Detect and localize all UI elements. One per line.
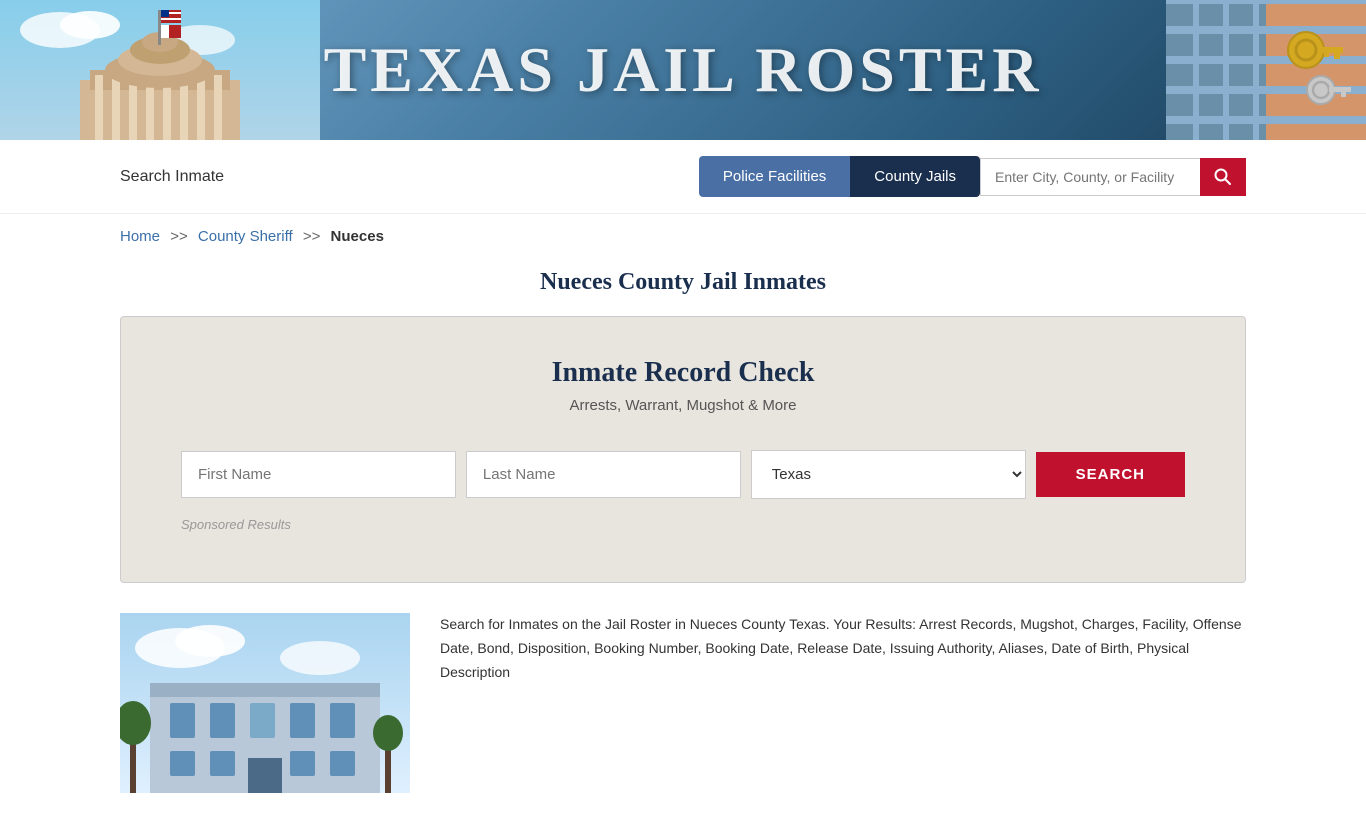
state-select[interactable]: AlabamaAlaskaArizonaArkansasCaliforniaCo… [751, 450, 1026, 499]
nav-bar: Search Inmate Police Facilities County J… [0, 140, 1366, 214]
inmate-search-button[interactable]: SEARCH [1036, 452, 1185, 497]
bottom-section: Search for Inmates on the Jail Roster in… [0, 613, 1366, 823]
first-name-input[interactable] [181, 451, 456, 498]
nav-buttons: Police Facilities County Jails [699, 156, 1246, 197]
last-name-input[interactable] [466, 451, 741, 498]
banner-title: Texas Jail Roster [324, 33, 1043, 107]
page-title: Nueces County Jail Inmates [0, 259, 1366, 316]
capitol-image [0, 0, 320, 140]
header-banner: Texas Jail Roster [0, 0, 1366, 140]
search-inmate-label: Search Inmate [120, 168, 224, 186]
bottom-description-text: Search for Inmates on the Jail Roster in… [440, 613, 1246, 793]
sponsored-results-label: Sponsored Results [181, 517, 1185, 532]
breadcrumb-current: Nueces [331, 228, 384, 245]
search-icon [1214, 168, 1232, 186]
county-jails-button[interactable]: County Jails [850, 156, 980, 197]
nav-search-button[interactable] [1200, 158, 1246, 196]
breadcrumb-sep2: >> [303, 228, 321, 245]
record-check-title: Inmate Record Check [181, 357, 1185, 389]
record-check-subtitle: Arrests, Warrant, Mugshot & More [181, 397, 1185, 414]
facility-search-input[interactable] [980, 158, 1200, 196]
building-image [120, 613, 410, 793]
inmate-search-form: AlabamaAlaskaArizonaArkansasCaliforniaCo… [181, 450, 1185, 499]
breadcrumb: Home >> County Sheriff >> Nueces [0, 214, 1366, 259]
breadcrumb-home[interactable]: Home [120, 228, 160, 245]
keys-image [1166, 0, 1366, 140]
breadcrumb-county-sheriff[interactable]: County Sheriff [198, 228, 293, 245]
breadcrumb-sep1: >> [170, 228, 188, 245]
record-check-box: Inmate Record Check Arrests, Warrant, Mu… [120, 316, 1246, 583]
police-facilities-button[interactable]: Police Facilities [699, 156, 850, 197]
